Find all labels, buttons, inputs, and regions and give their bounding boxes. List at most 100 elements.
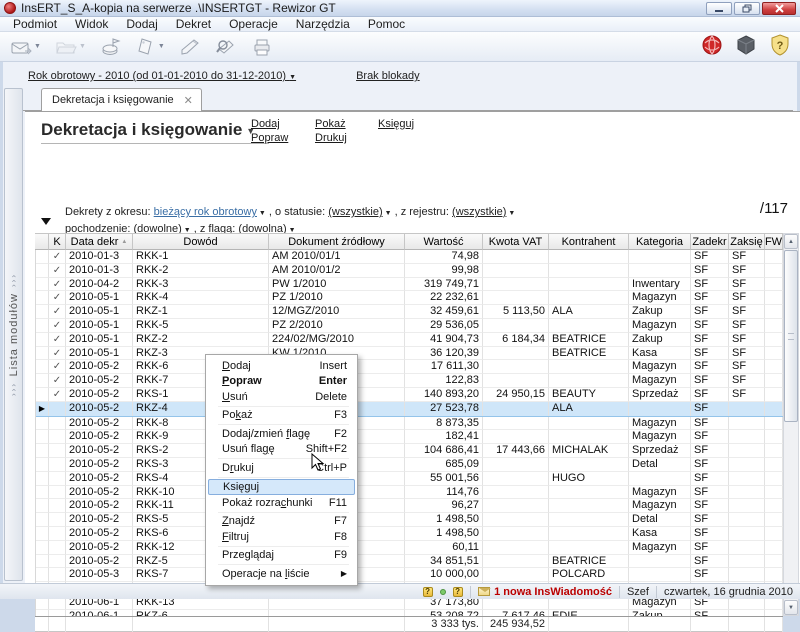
- context-menu-item-filtruj[interactable]: FiltrujF8: [208, 529, 355, 545]
- menu-item-narzędzia[interactable]: Narzędzia: [287, 17, 359, 32]
- table-row[interactable]: ✓2010-05-1RKZ-2224/02/MG/201041 904,736 …: [36, 333, 783, 347]
- column-header-Kontrahent[interactable]: Kontrahent: [549, 234, 629, 250]
- table-row[interactable]: 2010-05-2RKK-9182,41MagazynSF: [36, 430, 783, 444]
- column-header-Wartość[interactable]: Wartość: [405, 234, 483, 250]
- context-menu-item-pokaż[interactable]: PokażF3: [208, 408, 355, 424]
- context-menu-item-księguj[interactable]: Księguj: [208, 479, 355, 496]
- table-row[interactable]: ✓2010-05-1RKZ-3KW 1/201036 120,39BEATRIC…: [36, 347, 783, 361]
- table-row[interactable]: ✓2010-05-1RKZ-112/MGZ/201032 459,615 113…: [36, 305, 783, 319]
- tab-close-icon[interactable]: ✕: [184, 94, 193, 107]
- shield-help-button[interactable]: ?: [766, 34, 794, 60]
- send-mail-button[interactable]: ▼: [6, 34, 45, 60]
- context-menu-item-dodaj-zmień-flagę[interactable]: Dodaj/zmień flagęF2: [208, 426, 355, 442]
- column-header-Data dekr[interactable]: Data dekr▲: [66, 234, 133, 250]
- close-button[interactable]: [762, 2, 796, 15]
- context-menu-item-dodaj[interactable]: DodajInsert: [208, 358, 355, 374]
- table-row[interactable]: 2010-05-3RKS-710 000,00POLCARDSF: [36, 568, 783, 582]
- vertical-scrollbar[interactable]: ▲ ▼: [783, 233, 799, 616]
- column-header-Dowód[interactable]: Dowód: [133, 234, 269, 250]
- minimize-button[interactable]: [706, 2, 732, 15]
- column-header-K[interactable]: K: [49, 234, 66, 250]
- printer-button[interactable]: [247, 34, 277, 60]
- menu-item-podmiot[interactable]: Podmiot: [4, 17, 66, 32]
- scrollbar-thumb[interactable]: [784, 250, 798, 422]
- table-row[interactable]: ✓2010-05-2RKS-1FS 1/2010140 893,2024 950…: [36, 388, 783, 402]
- table-row[interactable]: 2010-05-2RKS-455 001,56HUGOSF: [36, 472, 783, 486]
- scroll-up-icon[interactable]: ▲: [784, 234, 798, 249]
- context-menu-item-drukuj[interactable]: DrukujCtrl+P: [208, 460, 355, 476]
- context-menu-item-przeglądaj[interactable]: PrzeglądajF9: [208, 548, 355, 564]
- column-header-Kategoria[interactable]: Kategoria: [629, 234, 691, 250]
- column-header-Kwota VAT[interactable]: Kwota VAT: [483, 234, 549, 250]
- table-row[interactable]: 2010-05-2RKK-1260,11MagazynSF: [36, 541, 783, 555]
- cell: 2010-05-2: [66, 499, 133, 513]
- page-title[interactable]: Dekretacja i księgowanie▼: [41, 120, 269, 144]
- action-link-pokaż[interactable]: Pokaż: [315, 118, 347, 130]
- table-row[interactable]: ✓2010-01-3RKK-2AM 2010/01/299,98SFSF: [36, 264, 783, 278]
- table-row[interactable]: ✓2010-05-2RKK-6WZ 1/201017 611,30Magazyn…: [36, 360, 783, 374]
- tab-dekretacja[interactable]: Dekretacja i księgowanie ✕: [41, 88, 202, 111]
- filter-dropdown[interactable]: (wszystkie): [328, 206, 382, 218]
- table-row[interactable]: 2010-05-2RKS-51 498,50DetalSF: [36, 513, 783, 527]
- column-header-Zadekr[interactable]: Zadekr: [691, 234, 729, 250]
- messages-section[interactable]: 1 nowa InsWiadomość: [470, 586, 619, 598]
- table-row[interactable]: ✓2010-01-3RKK-1AM 2010/01/174,98SFSF: [36, 250, 783, 264]
- column-header-Zaksię[interactable]: Zaksię: [729, 234, 765, 250]
- cube-button[interactable]: [732, 34, 760, 60]
- action-link-popraw[interactable]: Popraw: [251, 132, 288, 144]
- table-row[interactable]: 2010-05-2RKK-10114,76MagazynSF: [36, 486, 783, 500]
- table-row[interactable]: 2010-05-2RKS-61 498,50KasaSF: [36, 527, 783, 541]
- action-link-dodaj[interactable]: Dodaj: [251, 118, 288, 130]
- chevron-down-icon[interactable]: ▼: [79, 43, 86, 50]
- search-doc-button[interactable]: [211, 34, 241, 60]
- table-row[interactable]: 2010-05-2RKZ-534 851,51BEATRICESF: [36, 555, 783, 569]
- table-row[interactable]: ✓2010-05-1RKK-4PZ 1/201022 232,61Magazyn…: [36, 291, 783, 305]
- context-menu-item-usuń[interactable]: UsuńDelete: [208, 389, 355, 405]
- filter-collapse-button[interactable]: [41, 218, 51, 225]
- open-folder-button[interactable]: ▼: [51, 34, 90, 60]
- table-row[interactable]: ✓2010-04-2RKK-3PW 1/2010319 749,71Inwent…: [36, 278, 783, 292]
- filter-dropdown[interactable]: (wszystkie): [452, 206, 506, 218]
- column-header-FW[interactable]: FW: [765, 234, 783, 250]
- help-icon[interactable]: ?: [422, 586, 433, 597]
- table-row[interactable]: ✓2010-05-2RKK-7PZ 13/2010122,83MagazynSF…: [36, 374, 783, 388]
- filter-dropdown[interactable]: bieżący rok obrotowy: [154, 206, 257, 218]
- help-icon[interactable]: ?: [452, 586, 463, 597]
- lock-status-link[interactable]: Brak blokady: [356, 70, 420, 84]
- scroll-down-icon[interactable]: ▼: [784, 600, 798, 615]
- context-menu-item-popraw[interactable]: PoprawEnter: [208, 374, 355, 390]
- menu-item-operacje[interactable]: Operacje: [220, 17, 287, 32]
- menu-shortcut: Shift+F2: [306, 443, 347, 455]
- insert-globe-button[interactable]: [698, 34, 726, 60]
- context-menu-item-pokaż-rozrachunki[interactable]: Pokaż rozrachunkiF11: [208, 495, 355, 511]
- table-row-selected[interactable]: ▶2010-05-2RKZ-4wypłata27 523,78ALASF: [36, 401, 783, 417]
- cell: 2010-05-1: [66, 291, 133, 305]
- context-menu-item-usuń-flagę[interactable]: Usuń flagęShift+F2: [208, 442, 355, 458]
- table-row[interactable]: 2010-05-2RKS-3685,09DetalSF: [36, 458, 783, 472]
- sidebar-modules-collapsed[interactable]: ››› Lista modułów ›››: [4, 88, 23, 581]
- new-message-link[interactable]: 1 nowa InsWiadomość: [494, 586, 612, 598]
- cell: BEAUTY: [549, 388, 629, 402]
- decree-coins-button[interactable]: [96, 34, 126, 60]
- fiscal-year-selector[interactable]: Rok obrotowy - 2010 (od 01-01-2010 do 31…: [28, 70, 296, 84]
- document-tag-button[interactable]: ▼: [132, 34, 169, 60]
- context-menu-item-znajdź[interactable]: ZnajdźF7: [208, 514, 355, 530]
- edit-pencil-button[interactable]: [175, 34, 205, 60]
- menu-item-widok[interactable]: Widok: [66, 17, 117, 32]
- action-link-księguj[interactable]: Księguj: [378, 118, 414, 130]
- chevron-down-icon[interactable]: ▼: [158, 43, 165, 50]
- menu-item-pomoc[interactable]: Pomoc: [359, 17, 414, 32]
- table-row[interactable]: ✓2010-05-1RKK-5PZ 2/201029 536,05Magazyn…: [36, 319, 783, 333]
- table-row[interactable]: 2010-05-2RKS-2104 686,4117 443,66MICHALA…: [36, 444, 783, 458]
- table-row[interactable]: 2010-05-2RKK-1196,27MagazynSF: [36, 499, 783, 513]
- chevron-down-icon[interactable]: ▼: [34, 43, 41, 50]
- menu-item-dekret[interactable]: Dekret: [167, 17, 220, 32]
- cell: 2010-05-2: [66, 402, 133, 416]
- column-header-selector[interactable]: [35, 234, 49, 250]
- menu-item-dodaj[interactable]: Dodaj: [117, 17, 166, 32]
- action-link-drukuj[interactable]: Drukuj: [315, 132, 347, 144]
- table-row[interactable]: 2010-05-2RKK-88 873,35MagazynSF: [36, 417, 783, 431]
- context-menu-item-operacje-na-liście[interactable]: Operacje na liście▶: [208, 566, 355, 582]
- restore-button[interactable]: [734, 2, 760, 15]
- column-header-Dokument źródłowy[interactable]: Dokument źródłowy: [269, 234, 405, 250]
